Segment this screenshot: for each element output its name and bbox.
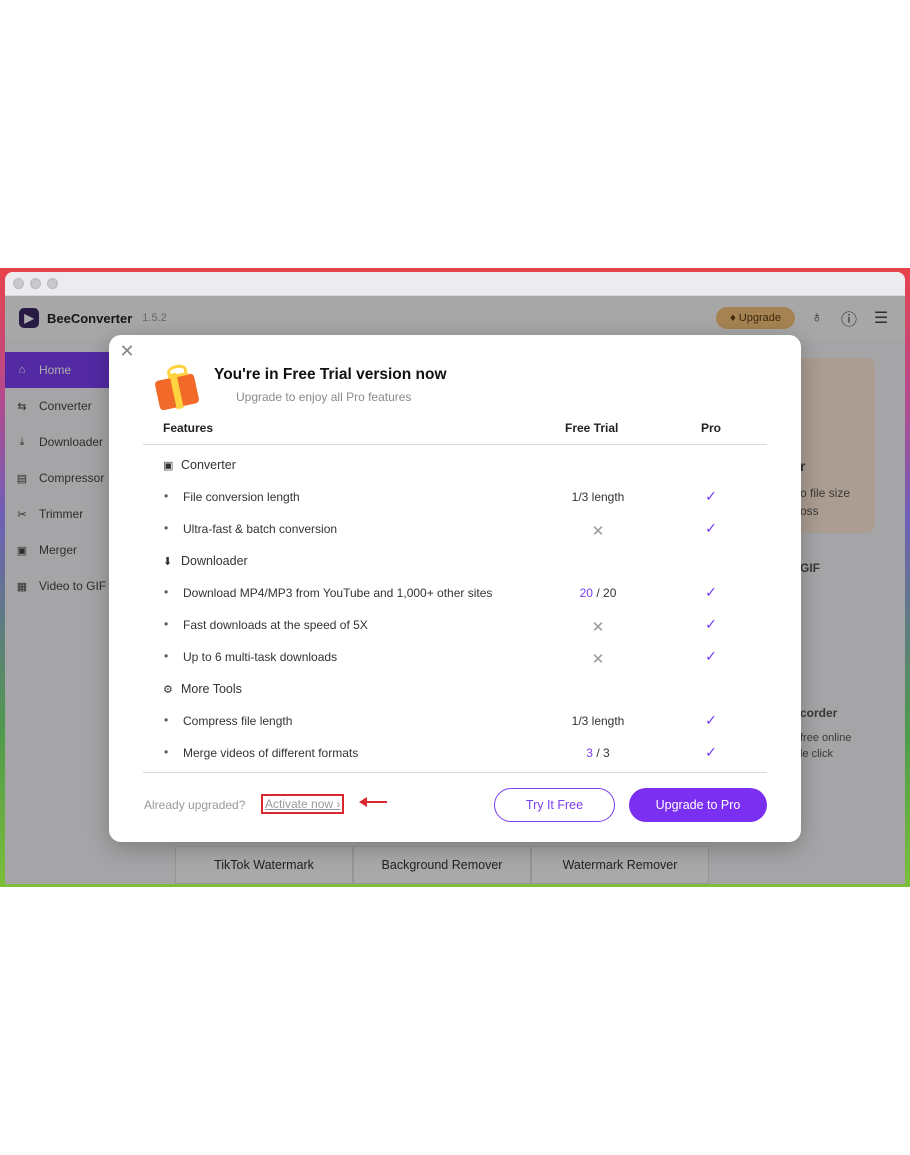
zoom-window-button[interactable] [47, 278, 58, 289]
feature-text: Merge videos of different formats [183, 746, 359, 760]
free-total-count: 20 [603, 586, 617, 600]
section-label: More Tools [181, 682, 242, 696]
table-row: • File conversion length 1/3 length ✓ [143, 480, 767, 512]
bullet: • [164, 489, 169, 503]
feature-text: Up to 6 multi-task downloads [183, 650, 338, 664]
free-trial-dialog: ✕ You're in Free Trial version now Upgra… [109, 335, 801, 842]
bullet: • [164, 617, 169, 631]
count-separator: / [596, 746, 600, 760]
feature-text: Ultra-fast & batch conversion [183, 522, 338, 536]
column-header-free-trial: Free Trial [565, 421, 619, 435]
free-trial-value: 1/3 length [571, 490, 625, 504]
try-it-free-button[interactable]: Try It Free [494, 788, 615, 822]
annotation-arrow-icon [359, 797, 387, 807]
bullet: • [164, 649, 169, 663]
feature-text: File conversion length [183, 490, 300, 504]
bullet: • [164, 521, 169, 535]
column-header-pro: Pro [701, 421, 722, 435]
gift-icon [153, 363, 201, 411]
check-icon: ✓ [705, 520, 717, 536]
section-converter: ▣ Converter [143, 448, 767, 480]
free-trial-value: 20 / 20 [533, 586, 663, 600]
bullet: • [164, 585, 169, 599]
close-icon[interactable]: ✕ [117, 341, 137, 361]
dialog-subtitle: Upgrade to enjoy all Pro features [236, 390, 412, 404]
bullet: • [164, 745, 169, 759]
section-label: Downloader [181, 554, 248, 568]
cross-icon: ✕ [591, 651, 605, 668]
already-upgraded-label: Already upgraded? [144, 798, 246, 812]
section-label: Converter [181, 458, 236, 472]
feature-text: Download MP4/MP3 from YouTube and 1,000+… [183, 586, 493, 600]
downloader-icon: ⬇ [163, 556, 173, 568]
feature-text: Compress file length [183, 714, 293, 728]
check-icon: ✓ [705, 616, 717, 632]
activate-now-link[interactable]: Activate now › [261, 794, 345, 814]
check-icon: ✓ [705, 648, 717, 664]
check-icon: ✓ [705, 584, 717, 600]
free-total-count: 3 [603, 746, 610, 760]
upgrade-to-pro-button[interactable]: Upgrade to Pro [629, 788, 767, 822]
check-icon: ✓ [705, 744, 717, 760]
free-used-count: 3 [586, 746, 593, 760]
dialog-title: You're in Free Trial version now [214, 366, 447, 383]
converter-icon: ▣ [163, 460, 174, 472]
section-downloader: ⬇ Downloader [143, 544, 767, 576]
table-row: • Fast downloads at the speed of 5X ✕ ✓ [143, 608, 767, 640]
close-window-button[interactable] [13, 278, 24, 289]
table-row: • Ultra-fast & batch conversion ✕ ✓ [143, 512, 767, 544]
minimize-window-button[interactable] [30, 278, 41, 289]
gear-icon: ⚙ [163, 684, 173, 696]
table-header: Features Free Trial Pro [143, 417, 767, 445]
free-trial-value: 1/3 length [571, 714, 625, 728]
cross-icon: ✕ [591, 619, 605, 636]
feature-table: ▣ Converter • File conversion length 1/3 … [143, 448, 767, 768]
table-row: • Up to 6 multi-task downloads ✕ ✓ [143, 640, 767, 672]
table-row: • Download MP4/MP3 from YouTube and 1,00… [143, 576, 767, 608]
free-trial-value: 3 / 3 [533, 746, 663, 760]
check-icon: ✓ [705, 488, 717, 504]
footer-divider [143, 772, 767, 773]
check-icon: ✓ [705, 712, 717, 728]
cross-icon: ✕ [591, 523, 605, 540]
section-more-tools: ⚙ More Tools [143, 672, 767, 704]
table-row: • Merge videos of different formats 3 / … [143, 736, 767, 768]
table-row: • Compress file length 1/3 length ✓ [143, 704, 767, 736]
column-header-features: Features [163, 421, 214, 435]
count-separator: / [596, 586, 600, 600]
bullet: • [164, 713, 169, 727]
feature-text: Fast downloads at the speed of 5X [183, 618, 368, 632]
free-used-count: 20 [579, 586, 593, 600]
window-titlebar [5, 272, 905, 296]
